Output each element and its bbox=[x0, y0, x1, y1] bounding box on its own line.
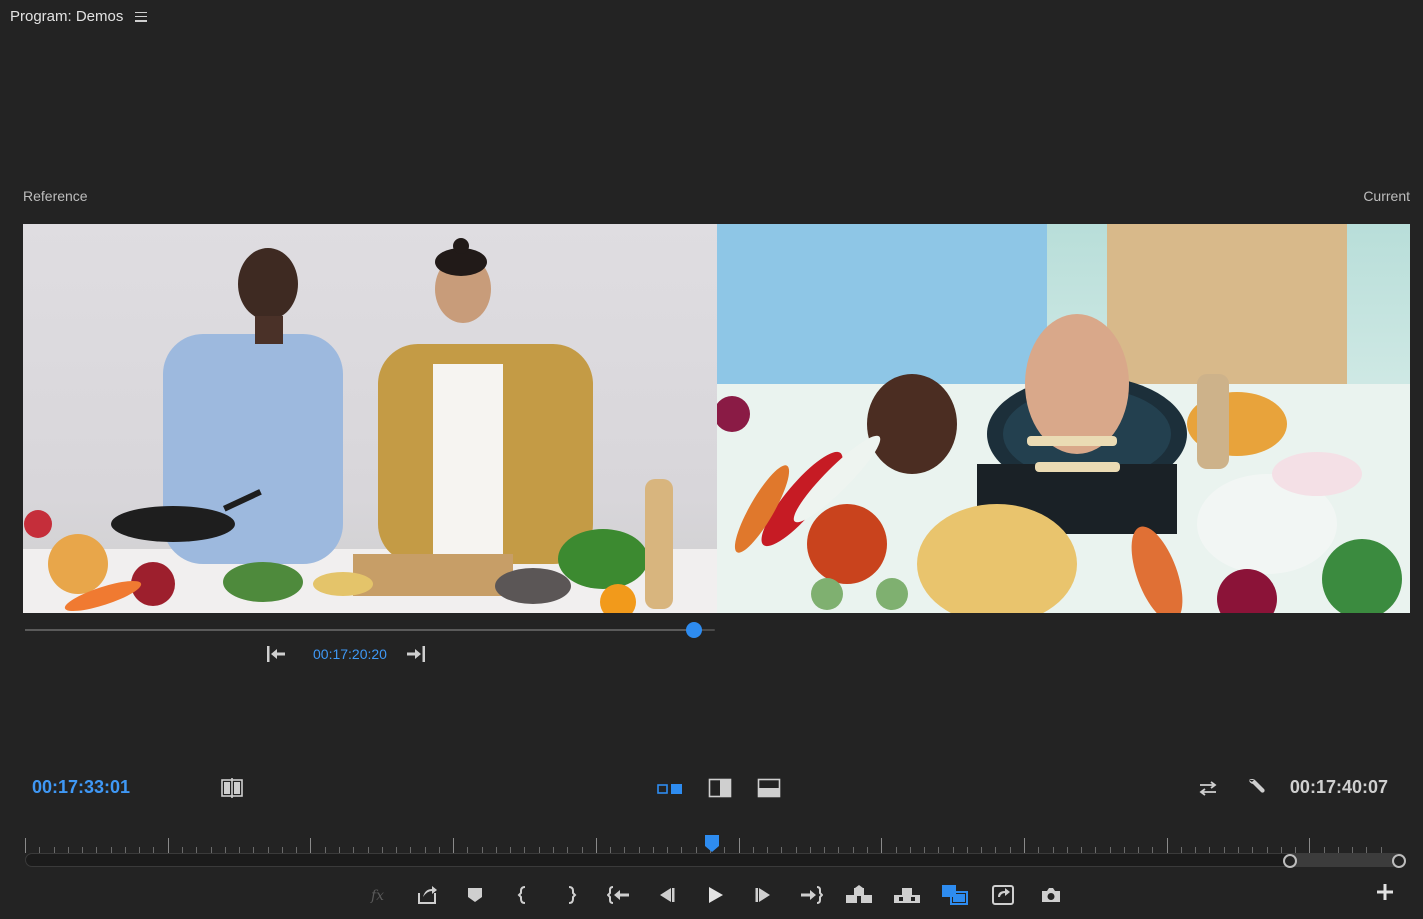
panel-title-text: Program: Demos bbox=[10, 8, 124, 25]
svg-text:fx: fx bbox=[370, 888, 384, 904]
reference-scrub-fill bbox=[25, 629, 694, 631]
horizontal-split-icon[interactable] bbox=[757, 778, 781, 798]
zoom-end-handle[interactable] bbox=[1392, 854, 1406, 868]
hamburger-menu-icon[interactable] bbox=[135, 11, 148, 22]
step-forward-icon[interactable] bbox=[739, 881, 787, 909]
comparison-view-icon[interactable] bbox=[931, 881, 979, 909]
add-button-icon[interactable] bbox=[1377, 884, 1393, 900]
vertical-split-icon[interactable] bbox=[708, 778, 732, 798]
camera-icon[interactable] bbox=[1027, 881, 1075, 909]
mark-out-icon[interactable] bbox=[547, 881, 595, 909]
reference-timecode[interactable]: 00:17:20:20 bbox=[313, 646, 387, 662]
comparison-viewer bbox=[23, 224, 1410, 613]
current-frame bbox=[717, 224, 1410, 613]
step-back-icon[interactable] bbox=[643, 881, 691, 909]
wrench-icon[interactable] bbox=[1245, 776, 1267, 798]
go-to-in-icon[interactable] bbox=[595, 881, 643, 909]
add-marker-icon[interactable] bbox=[451, 881, 499, 909]
export-frame-icon[interactable] bbox=[403, 881, 451, 909]
current-label: Current bbox=[1363, 188, 1410, 204]
reference-frame bbox=[23, 224, 717, 613]
go-to-previous-edit-icon[interactable] bbox=[265, 644, 287, 664]
overwrite-icon[interactable] bbox=[883, 881, 931, 909]
fx-icon[interactable]: fx bbox=[355, 881, 403, 909]
go-to-out-icon[interactable] bbox=[787, 881, 835, 909]
reference-scrub-handle[interactable] bbox=[686, 622, 702, 638]
go-to-next-edit-icon[interactable] bbox=[405, 644, 427, 664]
side-by-side-icon[interactable] bbox=[656, 781, 684, 797]
zoom-bar[interactable] bbox=[1290, 853, 1400, 867]
reference-label: Reference bbox=[23, 188, 88, 204]
transport-controls: fx bbox=[355, 881, 1075, 909]
swap-sides-icon[interactable] bbox=[1196, 778, 1220, 798]
panel-title: Program: Demos bbox=[10, 8, 148, 25]
reference-controls: 00:17:20:20 bbox=[265, 644, 427, 664]
lift-icon[interactable] bbox=[979, 881, 1027, 909]
comparison-view-icon[interactable] bbox=[220, 778, 244, 798]
mark-in-icon[interactable] bbox=[499, 881, 547, 909]
current-timecode[interactable]: 00:17:33:01 bbox=[32, 777, 130, 798]
zoom-start-handle[interactable] bbox=[1283, 854, 1297, 868]
insert-icon[interactable] bbox=[835, 881, 883, 909]
play-icon[interactable] bbox=[691, 881, 739, 909]
duration-timecode: 00:17:40:07 bbox=[1289, 777, 1388, 797]
playhead-marker[interactable] bbox=[704, 834, 722, 859]
